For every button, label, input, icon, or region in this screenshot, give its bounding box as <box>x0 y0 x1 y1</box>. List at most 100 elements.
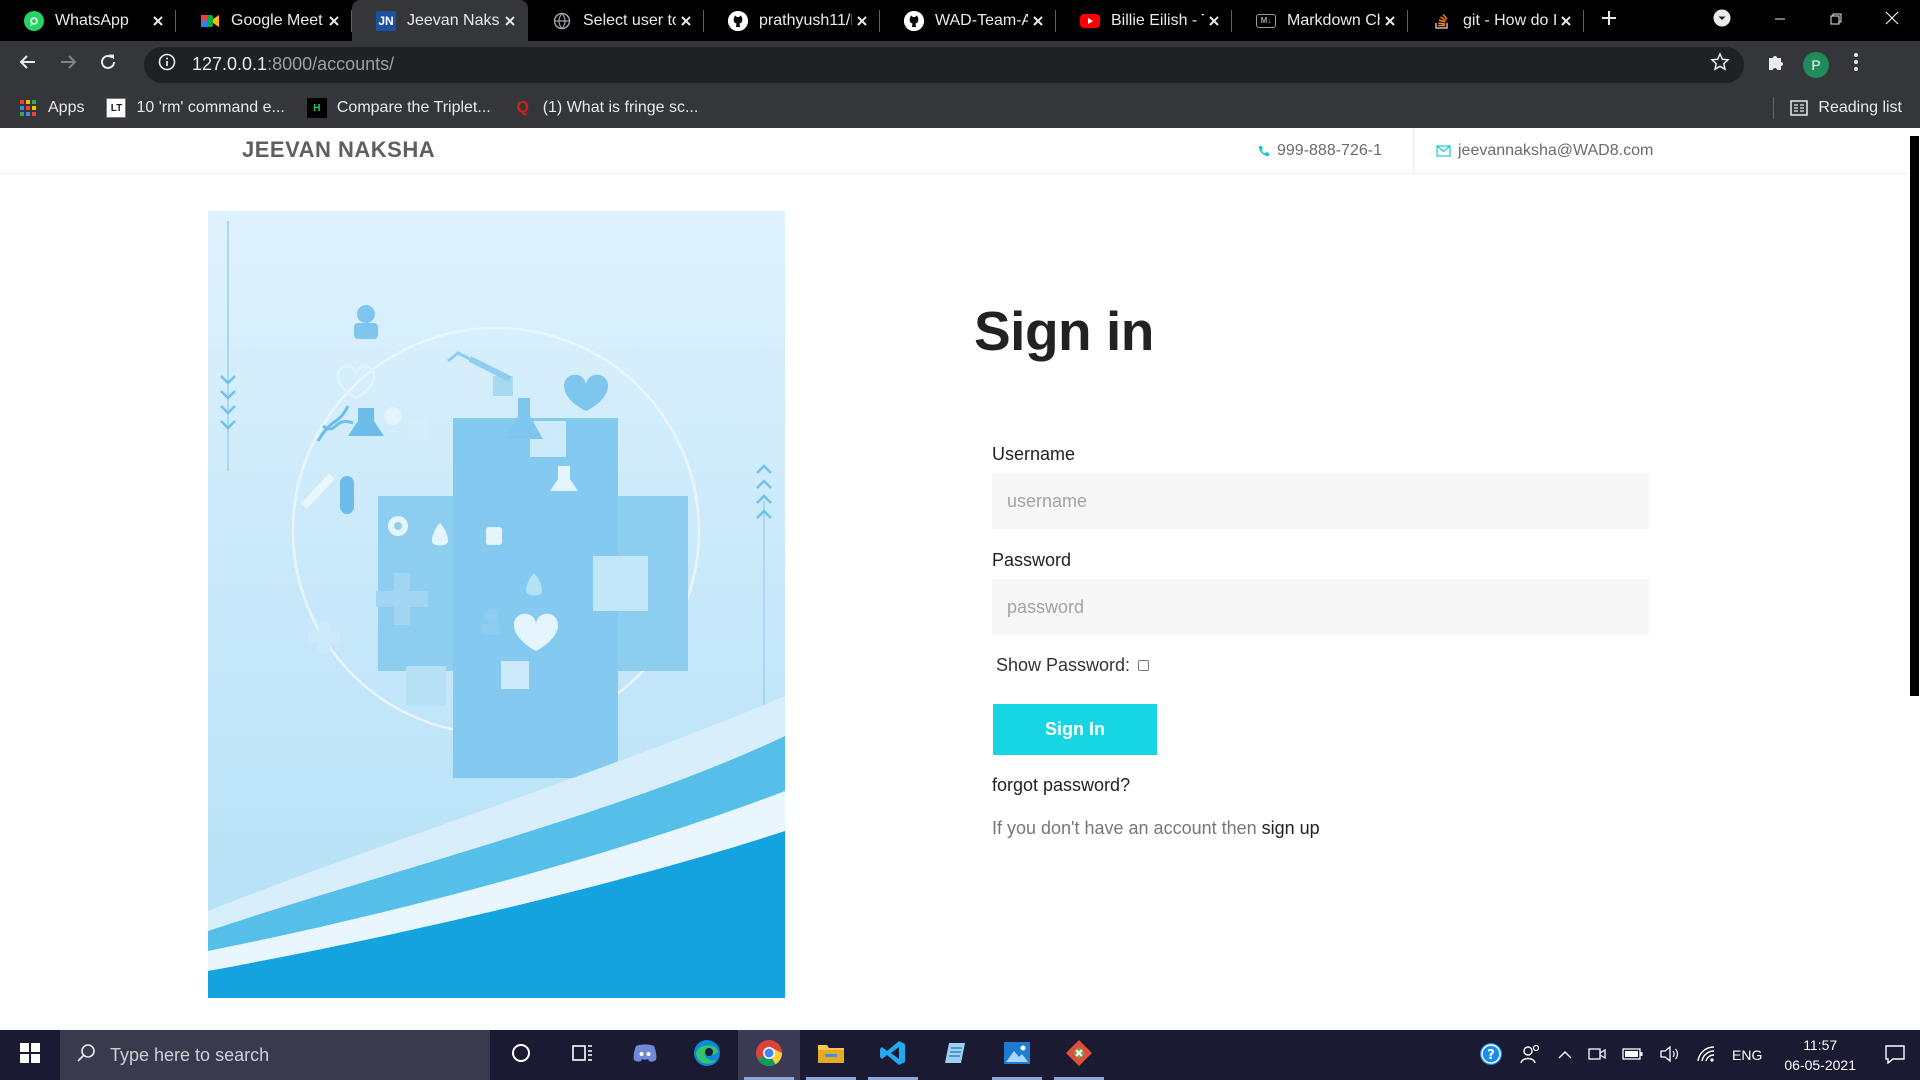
page-scrollbar[interactable] <box>1908 128 1920 1030</box>
tab-youtube[interactable]: Billie Eilish - Th <box>1056 0 1232 41</box>
speaker-icon <box>1660 1045 1680 1065</box>
back-button[interactable] <box>8 45 48 85</box>
plus-icon <box>1601 10 1617 31</box>
tab-select-user[interactable]: Select user to <box>528 0 704 41</box>
scrollbar-thumb[interactable] <box>1910 136 1919 696</box>
language-indicator[interactable]: ENG <box>1732 1047 1762 1063</box>
forward-button[interactable] <box>48 45 88 85</box>
close-icon[interactable] <box>500 11 520 31</box>
clock[interactable]: 11:57 06-05-2021 <box>1784 1035 1856 1075</box>
file-explorer-taskbar-icon[interactable] <box>800 1030 862 1080</box>
info-icon[interactable] <box>158 53 176 76</box>
close-window-button[interactable] <box>1864 0 1920 41</box>
network-button[interactable] <box>1696 1045 1716 1066</box>
bookmark-star-icon[interactable] <box>1710 52 1730 77</box>
browser-toolbar: 127.0.0.1:8000/accounts/ P <box>0 41 1920 88</box>
tab-stackoverflow[interactable]: git - How do I <box>1408 0 1584 41</box>
task-view-icon <box>572 1043 594 1068</box>
windows-taskbar: Type here to search ? ENG 11:57 06-05-20… <box>0 1030 1920 1080</box>
quora-icon: Q <box>516 99 529 116</box>
tab-search-button[interactable] <box>1692 9 1752 32</box>
address-bar[interactable]: 127.0.0.1:8000/accounts/ <box>144 46 1744 83</box>
meet-now-button[interactable] <box>1588 1046 1606 1065</box>
vertical-dots-icon <box>1853 52 1859 77</box>
sign-in-button[interactable]: Sign In <box>993 704 1157 755</box>
hr-icon: H <box>306 98 327 118</box>
notification-icon <box>1885 1044 1905 1067</box>
reading-list-label: Reading list <box>1818 99 1902 116</box>
close-icon[interactable] <box>676 11 696 31</box>
git-gui-taskbar-icon[interactable] <box>1048 1030 1110 1080</box>
username-input[interactable] <box>992 473 1649 529</box>
email-contact[interactable]: jeevannaksha@WAD8.com <box>1413 128 1653 174</box>
close-icon[interactable] <box>324 11 344 31</box>
restore-button[interactable] <box>1808 0 1864 41</box>
tab-whatsapp[interactable]: WhatsApp <box>0 0 176 41</box>
vscode-icon <box>879 1039 907 1072</box>
minimize-button[interactable] <box>1752 0 1808 41</box>
show-hidden-icons-button[interactable] <box>1558 1047 1572 1063</box>
battery-button[interactable] <box>1622 1047 1644 1063</box>
tab-title: WhatsApp <box>55 11 129 29</box>
edge-icon <box>692 1038 722 1073</box>
bookmark-label: 10 'rm' command e... <box>136 99 285 116</box>
close-icon[interactable] <box>852 11 872 31</box>
bookmark-rm-command[interactable]: LT 10 'rm' command e... <box>106 98 285 118</box>
notepad-taskbar-icon[interactable] <box>924 1030 986 1080</box>
task-view-button[interactable] <box>552 1030 614 1080</box>
bookmark-compare-triplets[interactable]: H Compare the Triplet... <box>306 98 491 118</box>
signup-prompt: If you don't have an account then sign u… <box>992 818 1320 839</box>
browser-tab-strip: WhatsApp Google Meet JN Jeevan Naksha Se… <box>0 0 1920 41</box>
chevron-down-circle-icon <box>1713 9 1731 32</box>
new-tab-button[interactable] <box>1584 0 1634 41</box>
close-icon[interactable] <box>1204 11 1224 31</box>
phone-contact[interactable]: 999-888-726-1 <box>1258 128 1382 174</box>
reading-list-button[interactable]: Reading list <box>1790 99 1902 117</box>
volume-button[interactable] <box>1660 1045 1680 1065</box>
site-header: JEEVAN NAKSHA 999-888-726-1 jeevannaksha… <box>0 128 1908 174</box>
tab-jeevan-naksha[interactable]: JN Jeevan Naksha <box>352 0 528 41</box>
browser-menu-button[interactable] <box>1836 45 1876 85</box>
brand-logo-text[interactable]: JEEVAN NAKSHA <box>242 137 435 163</box>
profile-button[interactable]: P <box>1796 45 1836 85</box>
chrome-taskbar-icon[interactable] <box>738 1030 800 1080</box>
help-button[interactable]: ? <box>1478 1041 1504 1070</box>
close-icon[interactable] <box>1028 11 1048 31</box>
bookmark-label: Compare the Triplet... <box>336 99 491 116</box>
edge-taskbar-icon[interactable] <box>676 1030 738 1080</box>
tab-wad-team-github[interactable]: WAD-Team-Al <box>880 0 1056 41</box>
whatsapp-icon <box>24 10 44 31</box>
password-input[interactable] <box>992 579 1649 635</box>
sign-up-link[interactable]: sign up <box>1262 818 1320 838</box>
notifications-button[interactable] <box>1870 1030 1920 1080</box>
reload-button[interactable] <box>88 45 128 85</box>
close-icon <box>1885 11 1899 30</box>
extensions-button[interactable] <box>1756 45 1796 85</box>
show-password-label: Show Password: <box>996 655 1131 675</box>
people-button[interactable] <box>1520 1044 1542 1067</box>
forgot-password-link[interactable]: forgot password? <box>992 775 1130 796</box>
start-button[interactable] <box>0 1030 60 1080</box>
vscode-taskbar-icon[interactable] <box>862 1030 924 1080</box>
tab-prathyush-github[interactable]: prathyush11/B <box>704 0 880 41</box>
cortana-button[interactable] <box>490 1030 552 1080</box>
url-path: :8000/accounts/ <box>267 54 395 74</box>
bookmark-fringe[interactable]: Q (1) What is fringe sc... <box>513 98 698 118</box>
discord-taskbar-icon[interactable] <box>614 1030 676 1080</box>
tab-title: git - How do I <box>1463 11 1556 29</box>
show-password-checkbox[interactable] <box>1138 660 1150 671</box>
close-icon[interactable] <box>1380 11 1400 31</box>
avatar: P <box>1803 51 1829 78</box>
puzzle-piece-icon <box>1766 52 1786 77</box>
tab-google-meet[interactable]: Google Meet <box>176 0 352 41</box>
taskbar-search-box[interactable]: Type here to search <box>60 1030 490 1080</box>
tab-markdown-cheatsheet[interactable]: M↓ Markdown Ch <box>1232 0 1408 41</box>
bookmark-apps[interactable]: Apps <box>18 98 84 118</box>
tab-title: Billie Eilish - Th <box>1111 11 1204 29</box>
close-icon[interactable] <box>1556 11 1576 31</box>
help-question-icon: ? <box>1478 1041 1504 1070</box>
window-controls <box>1692 0 1920 41</box>
close-icon[interactable] <box>148 11 168 31</box>
photos-taskbar-icon[interactable] <box>986 1030 1048 1080</box>
git-gui-icon <box>1064 1038 1094 1073</box>
